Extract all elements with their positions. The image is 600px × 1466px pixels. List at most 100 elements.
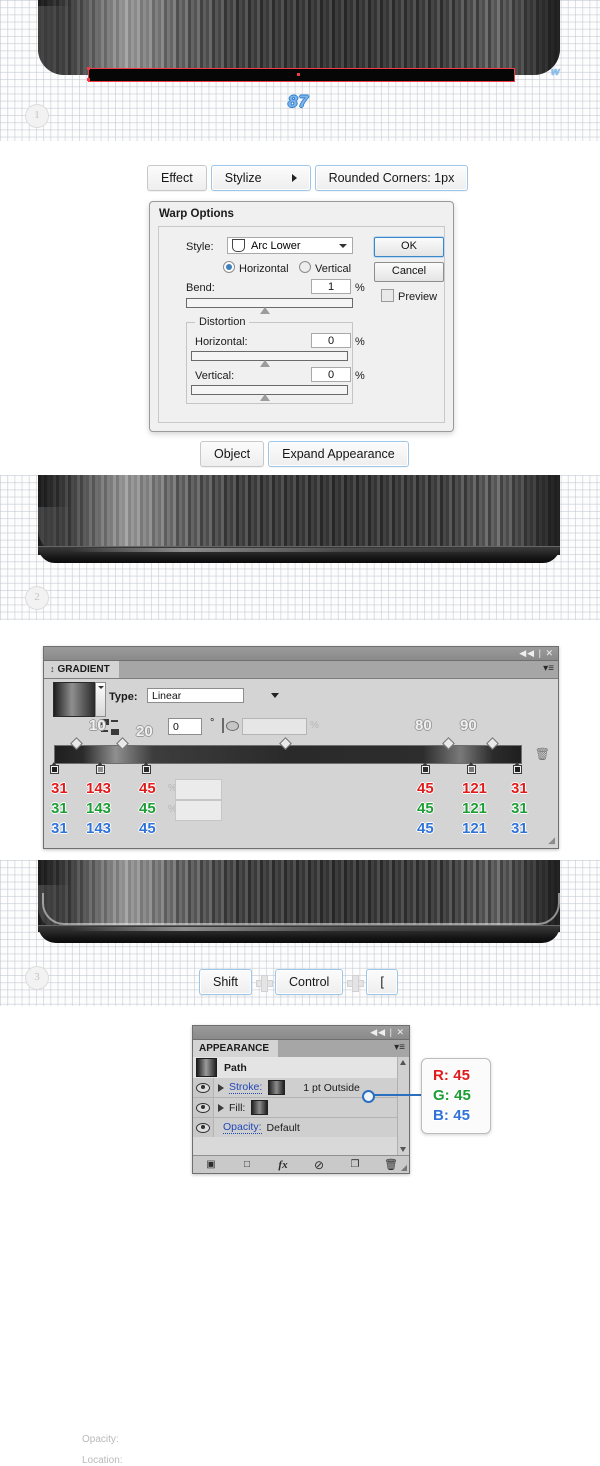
scroll-up-arrow-icon[interactable] [400, 1060, 406, 1065]
add-new-fill-icon[interactable]: □ [229, 1159, 265, 1170]
gradient-type-label: Type: [109, 691, 138, 703]
appearance-scrollbar[interactable] [397, 1057, 409, 1155]
artwork-preview-1 [38, 0, 560, 75]
menu-item-stylize[interactable]: Stylize [210, 165, 311, 191]
duplicate-item-icon[interactable]: ❐ [337, 1159, 373, 1170]
distortion-horizontal-slider-track[interactable] [191, 351, 348, 367]
bend-slider-thumb[interactable] [260, 307, 270, 314]
menu-path-effect-stylize: Effect Stylize Rounded Corners: 1px [147, 165, 469, 191]
artwork-inner-stroke-3 [42, 893, 560, 925]
distortion-horizontal-input[interactable]: 0 [311, 333, 351, 348]
key-bracket-left[interactable]: [ [366, 969, 398, 995]
cancel-button[interactable]: Cancel [374, 262, 444, 282]
gradient-preview-swatch[interactable] [53, 682, 95, 717]
gradient-stop-90[interactable] [467, 762, 476, 774]
anchor-point-top-left[interactable] [87, 67, 90, 70]
callout-blue-line: B: 45 [433, 1107, 470, 1125]
anchor-point-bottom-left[interactable] [87, 78, 90, 81]
artwork-sheen [38, 0, 560, 75]
tab-gradient[interactable]: ↕ GRADIENT [44, 661, 119, 678]
callout-anchor-dot [362, 1090, 375, 1103]
panel-menu-icon[interactable]: ▾≡ [543, 664, 554, 674]
gradient-stop-10[interactable] [96, 762, 105, 774]
appearance-row-opacity[interactable]: Opacity: Default [193, 1118, 398, 1137]
gradient-angle-input[interactable]: 0 [168, 718, 202, 735]
gradient-panel-window-controls[interactable]: ◀◀ | ✕ [519, 648, 554, 659]
callout-green-line: G: 45 [433, 1087, 471, 1105]
panel-grip-icon: ↕ [50, 664, 55, 674]
callout-red-value: 45 [453, 1067, 470, 1084]
orientation-vertical-radio[interactable]: Vertical [299, 261, 351, 275]
stroke-label[interactable]: Stroke: [229, 1081, 263, 1094]
stop-position-label-90: 90 [460, 717, 477, 734]
bend-unit: % [355, 282, 365, 294]
panel-menu-icon[interactable]: ▾≡ [394, 1043, 405, 1053]
gradient-stop-100[interactable] [513, 762, 522, 774]
radio-horizontal-icon [223, 261, 235, 273]
callout-green-value: 45 [454, 1087, 471, 1104]
ok-button[interactable]: OK [374, 237, 444, 257]
distortion-vertical-slider-thumb[interactable] [260, 394, 270, 401]
gradient-swatch-dropdown[interactable] [95, 682, 106, 717]
appearance-panel-topbar[interactable]: ◀◀ | ✕ [193, 1026, 409, 1040]
arc-lower-icon [232, 239, 245, 252]
opacity-value[interactable]: Default [267, 1122, 300, 1134]
chevron-down-icon [339, 244, 347, 248]
gradient-aspect-input[interactable] [242, 718, 307, 735]
stroke-color-callout: R: 45 G: 45 B: 45 [421, 1058, 491, 1134]
gradient-stop-80[interactable] [421, 762, 430, 774]
gradient-type-select[interactable]: Linear [147, 688, 244, 703]
add-new-effect-icon[interactable]: fx [265, 1159, 301, 1171]
gradient-stop-20[interactable] [142, 762, 151, 774]
stop-position-label-20: 20 [136, 723, 153, 740]
warp-style-select[interactable]: Arc Lower [227, 237, 353, 254]
key-shift[interactable]: Shift [199, 969, 253, 995]
tab-gradient-label: GRADIENT [57, 664, 110, 675]
gradient-stop-0[interactable] [50, 762, 59, 774]
stroke-value[interactable]: 1 pt Outside [303, 1082, 360, 1094]
orientation-horizontal-radio[interactable]: Horizontal [223, 261, 289, 275]
appearance-target-label: Path [224, 1061, 247, 1074]
delete-stop-icon[interactable]: 🗑 [535, 747, 550, 761]
menu-item-object[interactable]: Object [200, 441, 265, 467]
visibility-toggle-fill[interactable] [193, 1098, 214, 1117]
stop-0-red-value: 31 [51, 780, 68, 797]
disclosure-triangle-icon[interactable] [218, 1083, 224, 1092]
selected-path-rectangle[interactable] [88, 68, 515, 82]
menu-item-rounded-corners[interactable]: Rounded Corners: 1px [314, 165, 469, 191]
gradient-type-caret-icon[interactable] [271, 693, 279, 698]
tab-appearance[interactable]: APPEARANCE [193, 1040, 279, 1057]
target-thumbnail [196, 1058, 217, 1077]
gradient-panel-topbar[interactable]: ◀◀ | ✕ [44, 647, 558, 661]
panel-resize-grip[interactable]: ◢ [401, 1163, 407, 1172]
preview-checkbox[interactable]: Preview [381, 289, 437, 303]
bend-slider-track[interactable] [186, 298, 353, 314]
distortion-vertical-input[interactable]: 0 [311, 367, 351, 382]
stop-position-label-80: 80 [415, 717, 432, 734]
scroll-down-arrow-icon[interactable] [400, 1147, 406, 1152]
distortion-horizontal-slider-thumb[interactable] [260, 360, 270, 367]
menu-item-expand-appearance[interactable]: Expand Appearance [268, 441, 409, 467]
bend-input[interactable]: 1 [311, 279, 351, 294]
panel-resize-grip[interactable]: ◢ [548, 835, 555, 846]
clear-appearance-icon[interactable]: ⊘ [301, 1158, 337, 1172]
stop-opacity-field[interactable] [175, 779, 222, 800]
distortion-vertical-slider-track[interactable] [191, 385, 348, 401]
checkbox-icon [381, 289, 394, 302]
appearance-target-row[interactable]: Path [193, 1057, 398, 1079]
stop-location-field[interactable] [175, 800, 222, 821]
key-control[interactable]: Control [275, 969, 344, 995]
visibility-toggle-stroke[interactable] [193, 1078, 214, 1097]
menu-item-effect[interactable]: Effect [147, 165, 207, 191]
anchor-point-mid[interactable] [297, 73, 300, 76]
fill-color-swatch[interactable] [251, 1100, 269, 1115]
add-new-stroke-icon[interactable]: ▣ [193, 1159, 229, 1170]
opacity-label[interactable]: Opacity: [223, 1121, 262, 1134]
appearance-panel-window-controls[interactable]: ◀◀ | ✕ [370, 1027, 405, 1038]
stroke-color-swatch[interactable] [268, 1080, 286, 1095]
stop-20-red-value: 45 [139, 780, 156, 797]
fill-label[interactable]: Fill: [229, 1102, 245, 1114]
visibility-toggle-opacity[interactable] [193, 1118, 214, 1137]
distortion-horizontal-value: 0 [327, 335, 335, 347]
disclosure-triangle-icon[interactable] [218, 1103, 224, 1112]
